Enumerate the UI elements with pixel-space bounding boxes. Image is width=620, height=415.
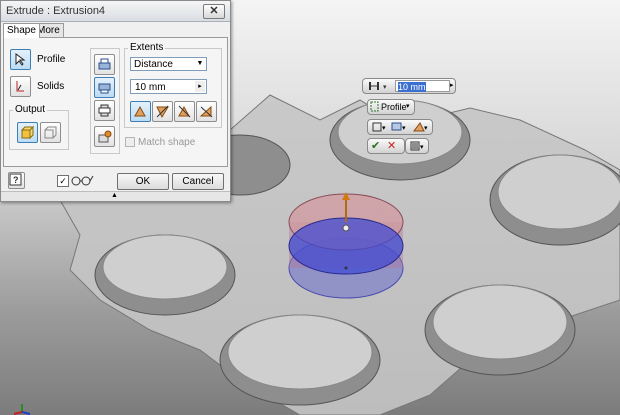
preview-checkbox[interactable]: ✓ — [57, 175, 69, 187]
list-menu-icon[interactable]: ▾ — [409, 139, 427, 153]
svg-text:▾: ▾ — [420, 144, 424, 151]
extent-asymmetric-icon — [199, 105, 213, 118]
solids-button[interactable] — [10, 76, 31, 97]
help-button[interactable]: ? — [8, 172, 25, 189]
output-label: Output — [13, 104, 48, 115]
distance-input[interactable]: 10 mm ▸ — [130, 79, 207, 94]
extent-flipped-button[interactable] — [152, 101, 173, 122]
glasses-icon[interactable] — [70, 173, 94, 187]
solids-label: Solids — [37, 81, 65, 92]
svg-text:▾: ▾ — [382, 125, 386, 132]
direction-symmetric-button[interactable] — [94, 100, 115, 121]
extents-label: Extents — [128, 42, 166, 53]
direction-asymmetric-button[interactable] — [94, 126, 115, 147]
direction-1-icon — [98, 58, 111, 70]
output-solid-icon — [20, 125, 35, 140]
cancel-button[interactable]: Cancel — [172, 173, 224, 190]
output-surface-icon — [44, 126, 57, 139]
direction-asymmetric-icon — [98, 130, 112, 143]
axis-indicator — [13, 404, 31, 415]
checkbox-icon[interactable] — [125, 137, 135, 148]
profile-minitoolbar[interactable]: Profile ▾ — [367, 99, 415, 115]
ok-cancel-minitoolbar[interactable]: ✔ ✕ — [367, 138, 405, 154]
profile-select-icon — [370, 100, 380, 114]
direction-toggle-icon[interactable]: ▾ — [365, 79, 391, 93]
shape-panel: Profile Solids Output Extents Distance ▼… — [3, 37, 228, 167]
svg-text:?: ? — [13, 175, 19, 185]
mini-input-arrow-icon[interactable]: ▸ — [450, 79, 456, 93]
svg-text:▾: ▾ — [424, 125, 428, 132]
extent-direction-icon[interactable]: ▾ — [412, 120, 430, 134]
solids-icon — [16, 81, 24, 92]
tab-shape[interactable]: Shape — [3, 23, 40, 38]
extent-symmetric-icon — [178, 105, 191, 118]
cancel-icon[interactable]: ✕ — [387, 139, 401, 153]
ok-button[interactable]: OK — [117, 173, 169, 190]
expand-arrow-icon[interactable]: ▲ — [111, 192, 118, 199]
close-button[interactable]: ✕ — [203, 4, 225, 19]
direction-2-button[interactable] — [94, 77, 115, 98]
chevron-down-icon[interactable]: ▼ — [194, 58, 206, 70]
profile-mini-label: Profile — [381, 102, 407, 112]
profile-button[interactable] — [10, 49, 31, 70]
direction-symmetric-icon — [98, 104, 111, 117]
distance-mini-input[interactable]: 10 mm — [395, 80, 450, 92]
profile-label: Profile — [37, 54, 66, 65]
output-surface-button[interactable] — [40, 122, 61, 143]
dialog-title: Extrude : Extrusion4 — [6, 5, 106, 17]
svg-text:▾: ▾ — [402, 125, 406, 132]
output-solid-icon[interactable]: ▾ — [371, 120, 387, 134]
extents-type-select[interactable]: Distance ▼ — [130, 57, 207, 71]
extent-asymmetric-button[interactable] — [196, 101, 217, 122]
options-minitoolbar[interactable]: ▾ ▾ ▾ — [367, 119, 433, 135]
svg-text:▾: ▾ — [383, 84, 387, 91]
profile-select-icon — [15, 53, 26, 66]
check-icon[interactable]: ✔ — [371, 139, 385, 153]
match-shape-label: Match shape — [138, 137, 196, 148]
help-icon: ? — [9, 173, 22, 186]
dialog-expander[interactable]: ▲ — [1, 191, 230, 201]
list-minitoolbar[interactable]: ▾ — [405, 138, 429, 154]
extent-default-icon — [134, 105, 146, 117]
distance-value: 10 mm — [135, 82, 166, 93]
operation-join-icon[interactable]: ▾ — [390, 120, 408, 134]
input-arrow-icon[interactable]: ▸ — [195, 81, 205, 92]
distance-minitoolbar[interactable]: ▾ 10 mm ▸ — [362, 78, 456, 94]
output-solid-button[interactable] — [17, 122, 38, 143]
extent-symmetric-button[interactable] — [174, 101, 195, 122]
direction-1-button[interactable] — [94, 54, 115, 75]
extrude-dialog: Extrude : Extrusion4 ✕ Shape More Profil… — [0, 0, 231, 202]
chevron-down-icon[interactable]: ▾ — [406, 100, 410, 114]
match-shape-checkbox[interactable]: Match shape — [125, 137, 195, 148]
extent-flipped-icon — [156, 105, 169, 119]
dialog-titlebar[interactable]: Extrude : Extrusion4 ✕ — [1, 1, 230, 22]
extents-type-value: Distance — [134, 59, 173, 70]
direction-2-icon — [98, 83, 111, 94]
extent-default-button[interactable] — [130, 101, 151, 122]
extrusion-preview — [288, 192, 404, 299]
